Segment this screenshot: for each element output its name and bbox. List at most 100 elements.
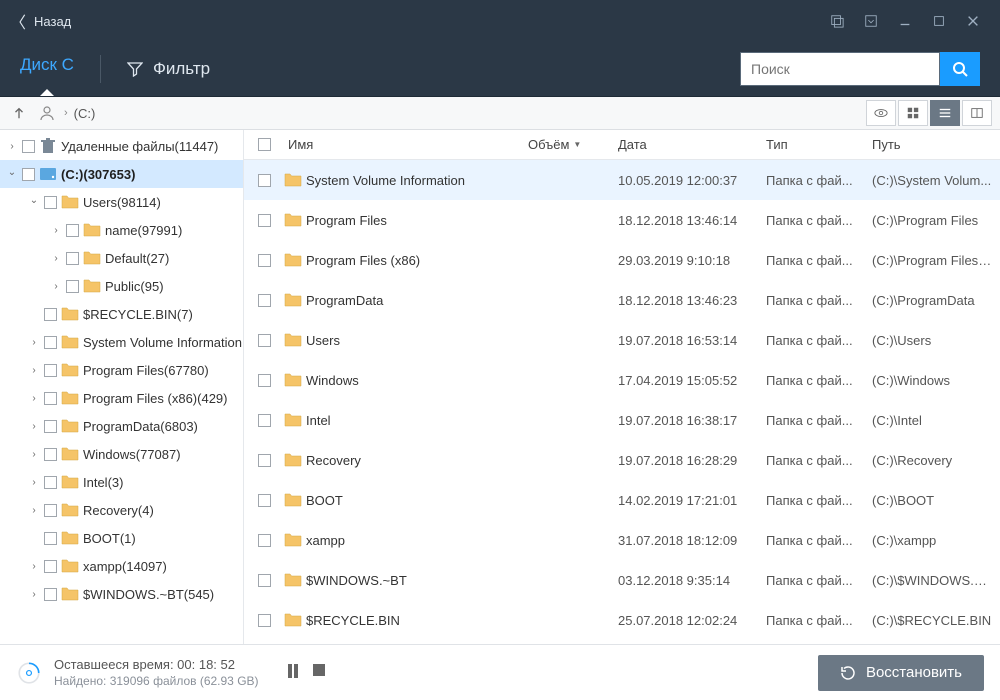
file-row[interactable]: $WINDOWS.~BT03.12.2018 9:35:14Папка с фа… xyxy=(244,560,1000,600)
tree-row[interactable]: ›Windows(77087) xyxy=(0,440,243,468)
col-type[interactable]: Тип xyxy=(766,137,872,152)
search-button[interactable] xyxy=(940,52,980,86)
tree-checkbox[interactable] xyxy=(44,336,57,349)
chevron-down-icon[interactable]: ⌄ xyxy=(28,195,40,206)
select-all-checkbox[interactable] xyxy=(258,138,271,151)
search-input[interactable] xyxy=(740,52,940,86)
file-row[interactable]: System Volume Information10.05.2019 12:0… xyxy=(244,160,1000,200)
tree-row[interactable]: ›Intel(3) xyxy=(0,468,243,496)
tree-checkbox[interactable] xyxy=(44,448,57,461)
file-row[interactable]: Program Files (x86)29.03.2019 9:10:18Пап… xyxy=(244,240,1000,280)
tree-checkbox[interactable] xyxy=(44,420,57,433)
col-date[interactable]: Дата xyxy=(618,137,766,152)
file-checkbox[interactable] xyxy=(258,574,271,587)
chevron-right-icon[interactable]: › xyxy=(28,337,40,348)
tree-row[interactable]: ›$WINDOWS.~BT(545) xyxy=(0,580,243,608)
file-checkbox[interactable] xyxy=(258,614,271,627)
file-row[interactable]: Intel19.07.2018 16:38:17Папка с фай...(C… xyxy=(244,400,1000,440)
breadcrumb-path[interactable]: (C:) xyxy=(74,106,96,121)
tree-checkbox[interactable] xyxy=(66,252,79,265)
file-checkbox[interactable] xyxy=(258,214,271,227)
tree-row[interactable]: ·$RECYCLE.BIN(7) xyxy=(0,300,243,328)
file-checkbox[interactable] xyxy=(258,454,271,467)
chevron-right-icon[interactable]: › xyxy=(28,477,40,488)
nav-user-button[interactable] xyxy=(36,102,58,124)
window-close-button[interactable] xyxy=(956,9,990,33)
chevron-right-icon[interactable]: › xyxy=(28,505,40,516)
view-grid-button[interactable] xyxy=(898,100,928,126)
file-checkbox[interactable] xyxy=(258,294,271,307)
file-checkbox[interactable] xyxy=(258,374,271,387)
window-minimize-button[interactable] xyxy=(888,9,922,33)
tree-row[interactable]: ›name(97991) xyxy=(0,216,243,244)
tree-checkbox[interactable] xyxy=(44,532,57,545)
file-checkbox[interactable] xyxy=(258,534,271,547)
chevron-right-icon[interactable]: › xyxy=(6,141,18,152)
tree-checkbox[interactable] xyxy=(22,168,35,181)
tree-row[interactable]: ›Program Files(67780) xyxy=(0,356,243,384)
chevron-right-icon[interactable]: › xyxy=(28,393,40,404)
tree-row[interactable]: ›ProgramData(6803) xyxy=(0,412,243,440)
view-list-button[interactable] xyxy=(930,100,960,126)
file-checkbox[interactable] xyxy=(258,414,271,427)
file-row[interactable]: Recovery19.07.2018 16:28:29Папка с фай..… xyxy=(244,440,1000,480)
window-popout-button[interactable] xyxy=(820,9,854,33)
chevron-right-icon[interactable]: › xyxy=(28,561,40,572)
tree-row[interactable]: ›Default(27) xyxy=(0,244,243,272)
tree-checkbox[interactable] xyxy=(44,588,57,601)
chevron-right-icon[interactable]: › xyxy=(28,365,40,376)
tree-row[interactable]: ⌄(C:)(307653) xyxy=(0,160,243,188)
file-row[interactable]: $RECYCLE.BIN25.07.2018 12:02:24Папка с ф… xyxy=(244,600,1000,640)
recover-button[interactable]: Восстановить xyxy=(818,655,984,691)
file-row[interactable]: BOOT14.02.2019 17:21:01Папка с фай...(C:… xyxy=(244,480,1000,520)
tree-checkbox[interactable] xyxy=(44,392,57,405)
window-maximize-button[interactable] xyxy=(922,9,956,33)
back-button[interactable]: 〈 Назад xyxy=(10,9,71,33)
tree-row[interactable]: ›System Volume Information xyxy=(0,328,243,356)
filter-button[interactable]: Фильтр xyxy=(127,59,210,79)
col-size[interactable]: Объём▼ xyxy=(528,137,618,152)
tree-checkbox[interactable] xyxy=(22,140,35,153)
file-checkbox[interactable] xyxy=(258,494,271,507)
chevron-right-icon[interactable]: › xyxy=(50,253,62,264)
chevron-right-icon[interactable]: › xyxy=(28,449,40,460)
file-row[interactable]: Users19.07.2018 16:53:14Папка с фай...(C… xyxy=(244,320,1000,360)
tree-row[interactable]: ›Public(95) xyxy=(0,272,243,300)
tree-checkbox[interactable] xyxy=(44,308,57,321)
tree-row[interactable]: ·BOOT(1) xyxy=(0,524,243,552)
file-checkbox[interactable] xyxy=(258,254,271,267)
tree-checkbox[interactable] xyxy=(44,476,57,489)
view-columns-button[interactable] xyxy=(962,100,992,126)
chevron-right-icon[interactable]: › xyxy=(50,225,62,236)
tree-checkbox[interactable] xyxy=(44,196,57,209)
window-dropdown-button[interactable] xyxy=(854,9,888,33)
tree-checkbox[interactable] xyxy=(44,504,57,517)
file-row[interactable]: Program Files18.12.2018 13:46:14Папка с … xyxy=(244,200,1000,240)
tree-checkbox[interactable] xyxy=(66,224,79,237)
tree-checkbox[interactable] xyxy=(44,560,57,573)
stop-button[interactable] xyxy=(309,660,329,685)
tree-row[interactable]: ›Program Files (x86)(429) xyxy=(0,384,243,412)
file-checkbox[interactable] xyxy=(258,334,271,347)
file-row[interactable]: xampp31.07.2018 18:12:09Папка с фай...(C… xyxy=(244,520,1000,560)
tree-row[interactable]: ⌄Users(98114) xyxy=(0,188,243,216)
pause-button[interactable] xyxy=(283,660,303,685)
chevron-right-icon[interactable]: › xyxy=(28,421,40,432)
tree-row[interactable]: ›Recovery(4) xyxy=(0,496,243,524)
tree-checkbox[interactable] xyxy=(44,364,57,377)
nav-up-button[interactable] xyxy=(8,102,30,124)
chevron-right-icon[interactable]: › xyxy=(28,589,40,600)
file-row[interactable]: Windows17.04.2019 15:05:52Папка с фай...… xyxy=(244,360,1000,400)
chevron-down-icon[interactable]: ⌄ xyxy=(6,167,18,178)
tree-checkbox[interactable] xyxy=(66,280,79,293)
file-date: 14.02.2019 17:21:01 xyxy=(618,493,766,508)
tree-row[interactable]: ›xampp(14097) xyxy=(0,552,243,580)
tree-row[interactable]: ›Удаленные файлы(11447) xyxy=(0,132,243,160)
file-checkbox[interactable] xyxy=(258,174,271,187)
file-row[interactable]: ProgramData18.12.2018 13:46:23Папка с фа… xyxy=(244,280,1000,320)
chevron-right-icon[interactable]: › xyxy=(50,281,62,292)
col-name[interactable]: Имя xyxy=(284,137,528,152)
tab-disk[interactable]: Диск C xyxy=(20,55,74,83)
view-preview-button[interactable] xyxy=(866,100,896,126)
col-path[interactable]: Путь xyxy=(872,137,1000,152)
